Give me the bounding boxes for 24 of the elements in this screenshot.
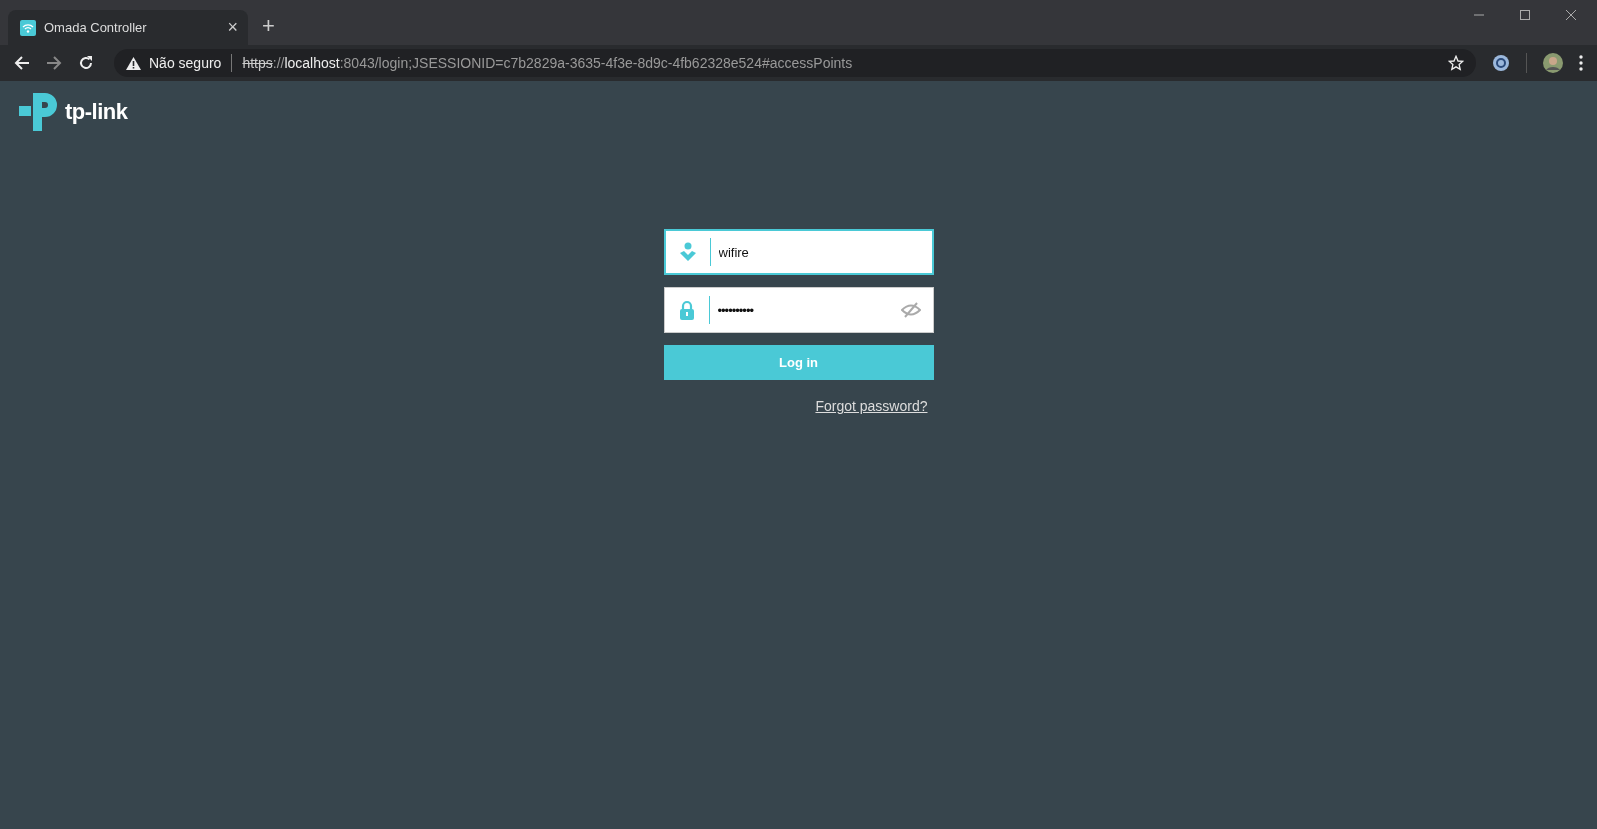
new-tab-button[interactable]: + [262, 13, 275, 39]
maximize-icon[interactable] [1519, 9, 1531, 21]
password-input[interactable]: •••••••••• [717, 302, 901, 318]
url-text: https://localhost:8043/login;JSESSIONID=c7b2829a-3635-4f3e-8d9c-4fb62328e524#accessPoints [242, 55, 854, 71]
username-input[interactable]: wifire [718, 244, 920, 260]
security-label: Não seguro [149, 55, 222, 71]
extension-icon[interactable] [1492, 54, 1510, 72]
menu-icon[interactable] [1579, 55, 1583, 71]
address-bar[interactable]: Não seguro https://localhost:8043/login;JSESSIONID=c7b2829a-3635-4f3e-8d9c-4fb62328e524#accessPoints [114, 49, 1476, 77]
back-arrow-icon[interactable] [14, 55, 30, 71]
close-icon[interactable] [1565, 9, 1577, 21]
logo-text: tp-link [65, 99, 128, 125]
reload-icon[interactable] [78, 55, 94, 71]
user-icon [679, 242, 696, 262]
warning-icon [126, 56, 141, 70]
close-tab-button[interactable]: × [227, 17, 238, 38]
browser-tab[interactable]: Omada Controller × [8, 10, 248, 45]
forgot-password-link[interactable]: Forgot password? [815, 398, 928, 414]
star-icon[interactable] [1448, 55, 1464, 71]
tab-title: Omada Controller [44, 20, 148, 35]
forward-arrow-icon[interactable] [46, 55, 62, 71]
avatar-icon[interactable] [1543, 53, 1563, 73]
wifi-icon [20, 19, 36, 36]
lock-icon [678, 300, 695, 320]
